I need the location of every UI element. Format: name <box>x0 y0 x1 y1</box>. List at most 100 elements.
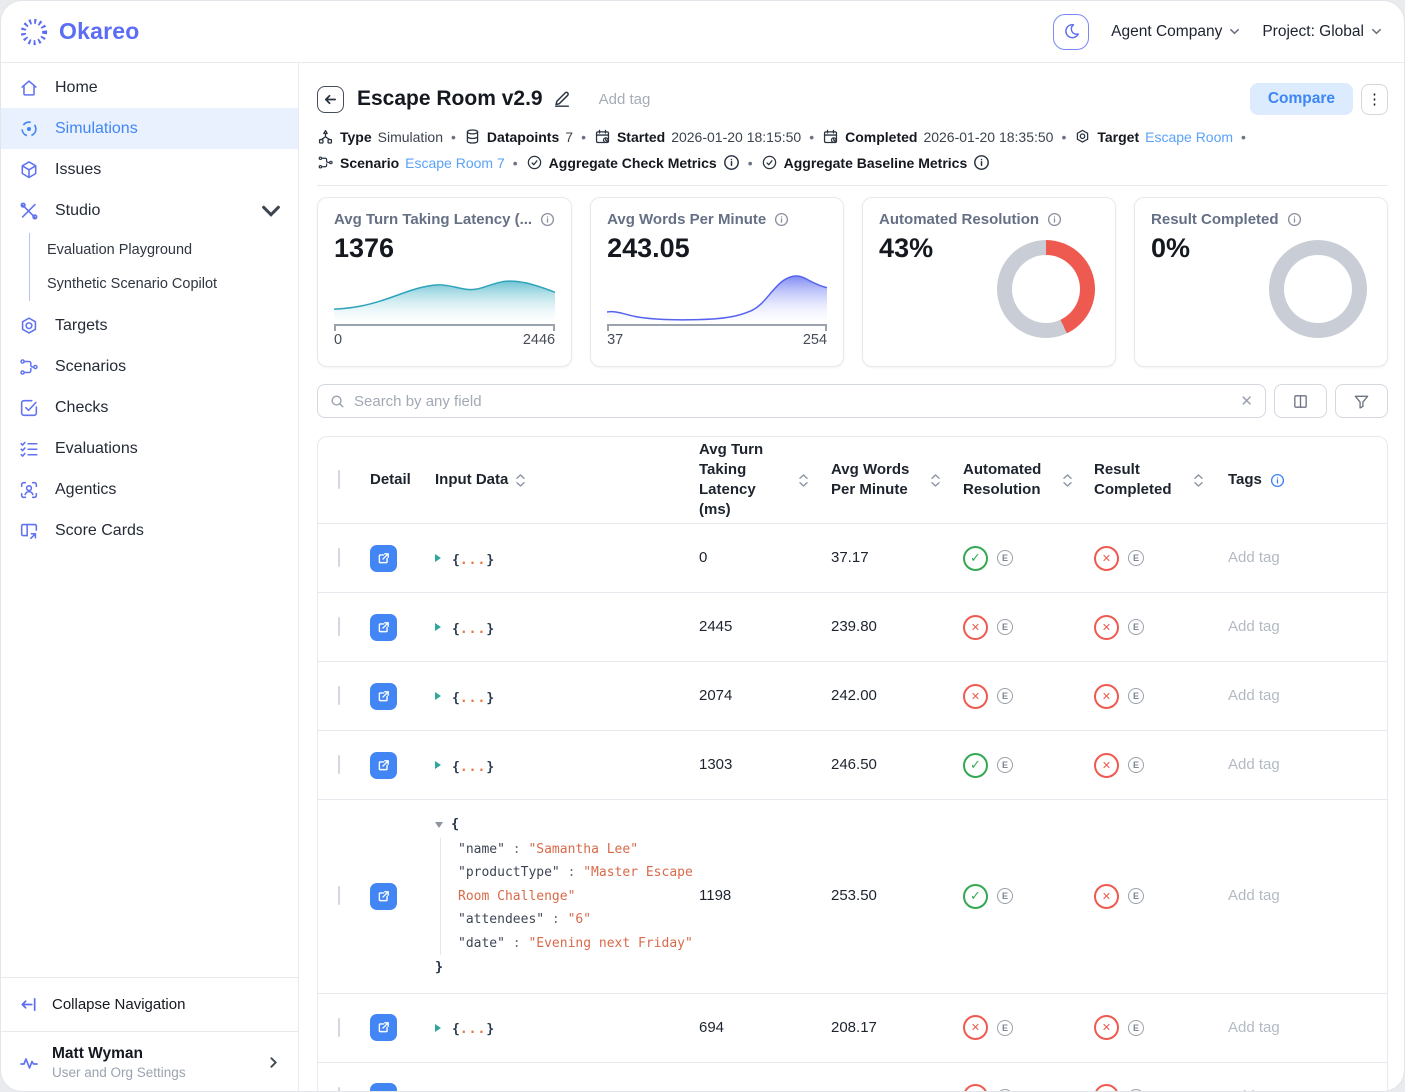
info-icon[interactable] <box>1047 212 1062 227</box>
scenario-link[interactable]: Escape Room 7 <box>405 155 505 171</box>
more-menu-button[interactable]: ⋮ <box>1361 84 1388 115</box>
sidebar-item-targets[interactable]: Targets <box>1 305 298 346</box>
explanation-icon[interactable]: E <box>1128 619 1144 635</box>
org-selector[interactable]: Agent Company <box>1111 23 1240 41</box>
collapse-navigation-button[interactable]: Collapse Navigation <box>1 977 298 1031</box>
explanation-icon[interactable]: E <box>997 688 1013 704</box>
collapse-input-toggle[interactable] <box>435 822 443 828</box>
add-tag-button[interactable]: Add tag <box>1228 618 1280 635</box>
meta-target: Target Escape Room <box>1074 128 1233 145</box>
add-tag-button[interactable]: Add tag <box>1228 687 1280 704</box>
row-checkbox[interactable] <box>338 686 340 705</box>
edit-title-button[interactable] <box>553 90 571 108</box>
sort-icon[interactable] <box>1063 474 1072 487</box>
user-subtitle: User and Org Settings <box>52 1065 186 1080</box>
theme-toggle-button[interactable] <box>1053 14 1089 50</box>
sort-icon[interactable] <box>516 474 525 487</box>
table-row: {...} 2074 242.00 E E Add tag <box>318 661 1387 730</box>
add-tag-button[interactable]: Add tag <box>1228 549 1280 566</box>
info-icon[interactable] <box>540 212 555 227</box>
add-tag-button[interactable]: Add tag <box>1228 756 1280 773</box>
row-checkbox[interactable] <box>338 1087 340 1092</box>
result-completed-status-icon <box>1094 884 1119 909</box>
open-detail-button[interactable] <box>370 883 397 910</box>
expand-input-toggle[interactable]: {...} <box>435 618 699 637</box>
row-checkbox[interactable] <box>338 1018 340 1037</box>
expand-input-toggle[interactable]: {...} <box>435 1087 699 1092</box>
explanation-icon[interactable]: E <box>997 619 1013 635</box>
logo[interactable]: Okareo <box>19 17 139 47</box>
sidebar-item-studio[interactable]: Studio <box>1 190 298 231</box>
collapse-navigation-label: Collapse Navigation <box>52 996 185 1013</box>
info-icon[interactable] <box>1287 212 1302 227</box>
info-icon[interactable] <box>723 154 740 171</box>
explanation-icon[interactable]: E <box>997 1089 1013 1092</box>
row-checkbox[interactable] <box>338 548 340 567</box>
sort-icon[interactable] <box>799 474 808 487</box>
sidebar-item-evaluation-playground[interactable]: Evaluation Playground <box>43 233 298 267</box>
select-all-checkbox[interactable] <box>338 470 340 489</box>
row-checkbox[interactable] <box>338 617 340 636</box>
add-tag-button[interactable]: Add tag <box>1228 1019 1280 1036</box>
open-detail-button[interactable] <box>370 1083 397 1092</box>
open-detail-button[interactable] <box>370 752 397 779</box>
expand-input-toggle[interactable]: {...} <box>435 756 699 775</box>
columns-button[interactable] <box>1274 384 1327 418</box>
sidebar-item-score-cards[interactable]: Score Cards <box>1 510 298 551</box>
explanation-icon[interactable]: E <box>1128 1089 1144 1092</box>
search-input[interactable] <box>354 393 1231 410</box>
add-tag-button[interactable]: Add tag <box>599 91 651 108</box>
compare-button[interactable]: Compare <box>1250 83 1353 115</box>
expand-input-toggle[interactable]: {...} <box>435 1018 699 1037</box>
explanation-icon[interactable]: E <box>997 888 1013 904</box>
info-icon[interactable] <box>774 212 789 227</box>
explanation-icon[interactable]: E <box>1128 550 1144 566</box>
project-selector[interactable]: Project: Global <box>1262 23 1382 41</box>
row-checkbox[interactable] <box>338 886 340 905</box>
explanation-icon[interactable]: E <box>997 757 1013 773</box>
expand-input-toggle[interactable]: {...} <box>435 549 699 568</box>
open-detail-button[interactable] <box>370 614 397 641</box>
chevron-right-icon <box>435 761 441 769</box>
explanation-icon[interactable]: E <box>1128 1020 1144 1036</box>
automated-resolution-status-icon <box>963 1084 988 1092</box>
add-tag-button[interactable]: Add tag <box>1228 887 1280 904</box>
sidebar-item-label: Scenarios <box>55 358 126 376</box>
sort-icon[interactable] <box>1194 474 1203 487</box>
words-value: 242.00 <box>831 687 877 704</box>
open-detail-button[interactable] <box>370 683 397 710</box>
sidebar-item-issues[interactable]: Issues <box>1 149 298 190</box>
expand-input-toggle[interactable]: {...} <box>435 687 699 706</box>
card-value: 43% <box>879 233 933 264</box>
latency-value: 1303 <box>699 756 732 773</box>
explanation-icon[interactable]: E <box>1128 888 1144 904</box>
table-row: {...} 0 37.17 E E Add tag <box>318 523 1387 592</box>
explanation-icon[interactable]: E <box>997 550 1013 566</box>
sidebar-item-label: Simulations <box>55 120 138 138</box>
expand-icon <box>376 620 391 635</box>
open-detail-button[interactable] <box>370 545 397 572</box>
clear-search-icon[interactable]: ✕ <box>1240 394 1253 409</box>
add-tag-button[interactable]: Add tag <box>1228 1088 1280 1092</box>
words-value: 37.17 <box>831 549 869 566</box>
sidebar-item-scenarios[interactable]: Scenarios <box>1 346 298 387</box>
info-icon[interactable] <box>1270 473 1285 488</box>
sidebar-item-home[interactable]: Home <box>1 67 298 108</box>
explanation-icon[interactable]: E <box>997 1020 1013 1036</box>
sort-icon[interactable] <box>931 474 940 487</box>
explanation-icon[interactable]: E <box>1128 757 1144 773</box>
explanation-icon[interactable]: E <box>1128 688 1144 704</box>
row-checkbox[interactable] <box>338 755 340 774</box>
info-icon[interactable] <box>973 154 990 171</box>
back-button[interactable] <box>317 86 344 113</box>
filter-button[interactable] <box>1335 384 1388 418</box>
metric-cards: Avg Turn Taking Latency (... 1376 0 <box>317 197 1388 367</box>
sidebar-item-simulations[interactable]: Simulations <box>1 108 298 149</box>
user-settings-row[interactable]: Matt Wyman User and Org Settings <box>1 1031 298 1092</box>
sidebar-item-checks[interactable]: Checks <box>1 387 298 428</box>
sidebar-item-evaluations[interactable]: Evaluations <box>1 428 298 469</box>
open-detail-button[interactable] <box>370 1014 397 1041</box>
sidebar-item-agentics[interactable]: Agentics <box>1 469 298 510</box>
sidebar-item-synthetic-scenario-copilot[interactable]: Synthetic Scenario Copilot <box>43 267 298 301</box>
target-link[interactable]: Escape Room <box>1145 129 1233 145</box>
